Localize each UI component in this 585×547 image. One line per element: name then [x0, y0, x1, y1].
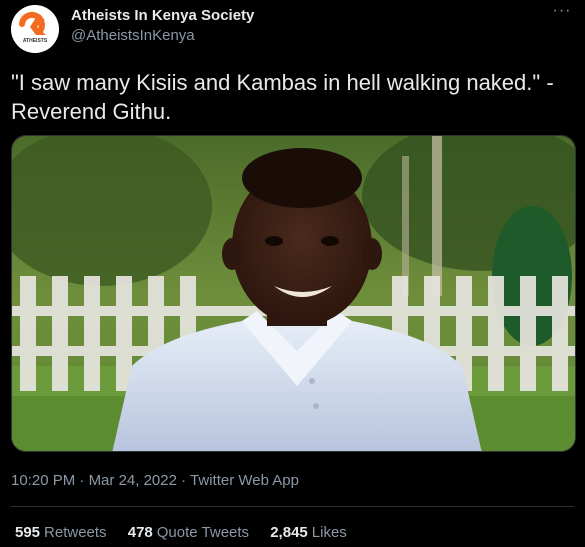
likes-label: Likes	[311, 524, 347, 541]
retweets-count: 595	[15, 524, 41, 541]
likes-stat[interactable]: 2,845 Likes	[270, 524, 347, 541]
tweet-text: "I saw many Kisiis and Kambas in hell wa…	[11, 70, 554, 124]
divider	[11, 506, 574, 507]
tweet-source[interactable]: Twitter Web App	[190, 472, 299, 489]
retweets-stat[interactable]: 595 Retweets	[15, 524, 107, 541]
likes-count: 2,845	[270, 524, 308, 541]
avatar[interactable]: ATHEISTS	[11, 5, 59, 53]
more-options-button[interactable]: ···	[551, 2, 573, 22]
photo-boy-in-garden	[12, 136, 575, 451]
tweet-time[interactable]: 10:20 PM	[11, 472, 75, 489]
tweet-meta: 10:20 PM · Mar 24, 2022 · Twitter Web Ap…	[11, 472, 299, 489]
tweet-card: ATHEISTS Atheists In Kenya Society @Athe…	[0, 0, 585, 547]
meta-separator: ·	[181, 472, 187, 489]
tweet-date[interactable]: Mar 24, 2022	[89, 472, 177, 489]
retweets-label: Retweets	[44, 524, 107, 541]
quote-tweets-count: 478	[127, 524, 153, 541]
avatar-text: ATHEISTS	[23, 38, 48, 44]
account-handle[interactable]: @AtheistsInKenya	[71, 27, 195, 44]
tweet-stats: 595 Retweets 478 Quote Tweets 2,845 Likes	[15, 524, 364, 541]
quote-tweets-label: Quote Tweets	[156, 524, 250, 541]
atheists-logo-icon: ATHEISTS	[11, 5, 59, 53]
quote-tweets-stat[interactable]: 478 Quote Tweets	[128, 524, 249, 541]
tweet-photo[interactable]	[11, 135, 576, 452]
meta-separator: ·	[79, 472, 85, 489]
account-name[interactable]: Atheists In Kenya Society	[71, 7, 254, 24]
more-horizontal-icon: ···	[552, 2, 572, 19]
